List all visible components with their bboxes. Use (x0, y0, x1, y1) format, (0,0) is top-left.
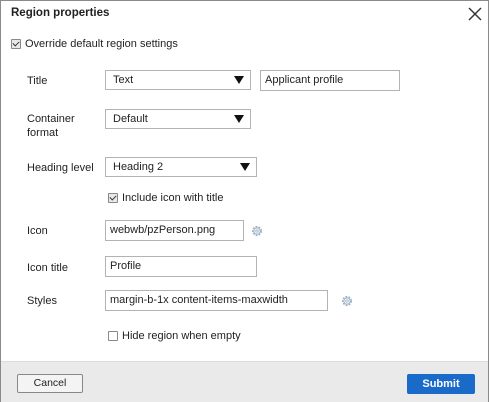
override-checkbox-label: Override default region settings (25, 38, 178, 50)
chevron-down-icon (234, 115, 244, 123)
styles-label: Styles (27, 295, 57, 307)
chevron-down-icon (234, 76, 244, 84)
override-checkbox-box[interactable] (11, 39, 21, 49)
include-icon-checkbox-box[interactable] (108, 193, 118, 203)
close-icon[interactable] (465, 4, 485, 24)
hide-when-empty-checkbox-box[interactable] (108, 331, 118, 341)
hide-when-empty-label: Hide region when empty (122, 330, 241, 342)
chevron-down-icon (240, 163, 250, 171)
submit-button[interactable]: Submit (407, 374, 475, 394)
styles-input[interactable]: margin-b-1x content-items-maxwidth (105, 290, 328, 311)
icon-path-input[interactable]: webwb/pzPerson.png (105, 220, 244, 241)
icon-title-label: Icon title (27, 262, 68, 274)
gear-icon[interactable] (250, 224, 264, 238)
container-format-select[interactable]: Default (105, 109, 251, 129)
container-format-label-line1: Container (27, 113, 75, 125)
dialog-title: Region properties (11, 7, 110, 19)
dialog-footer: Cancel Submit (1, 361, 488, 402)
include-icon-label: Include icon with title (122, 192, 224, 204)
title-source-value: Text (113, 74, 134, 86)
cancel-button[interactable]: Cancel (17, 374, 83, 393)
title-text-input[interactable]: Applicant profile (260, 70, 400, 91)
region-properties-dialog: Region properties Override default regio… (0, 0, 489, 402)
icon-title-input[interactable]: Profile (105, 256, 257, 277)
title-source-select[interactable]: Text (105, 70, 251, 90)
container-format-label-line2: format (27, 127, 59, 139)
container-format-label: Container format (27, 112, 75, 140)
title-label: Title (27, 75, 48, 87)
heading-level-select[interactable]: Heading 2 (105, 157, 257, 177)
heading-level-label: Heading level (27, 162, 94, 174)
override-settings-checkbox[interactable]: Override default region settings (11, 38, 178, 50)
hide-when-empty-checkbox[interactable]: Hide region when empty (108, 330, 241, 342)
icon-label: Icon (27, 225, 48, 237)
gear-icon[interactable] (340, 294, 354, 308)
include-icon-checkbox[interactable]: Include icon with title (108, 192, 224, 204)
heading-level-value: Heading 2 (113, 161, 164, 173)
container-format-value: Default (113, 113, 148, 125)
